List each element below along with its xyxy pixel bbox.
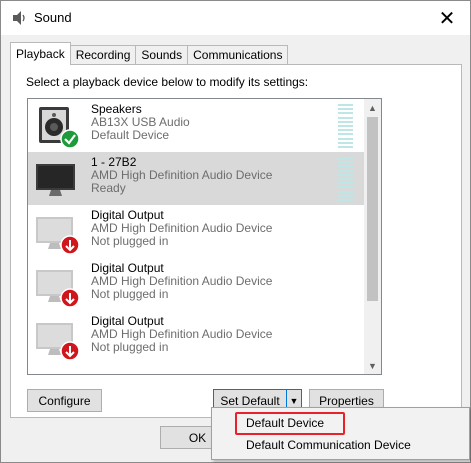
device-item-selected[interactable]: 1 - 27B2 AMD High Definition Audio Devic… bbox=[28, 152, 364, 205]
device-status: Not plugged in bbox=[91, 340, 169, 354]
check-badge-icon bbox=[60, 129, 80, 149]
monitor-icon bbox=[36, 164, 75, 196]
scroll-thumb[interactable] bbox=[367, 117, 378, 301]
title-bar: Sound ✕ bbox=[1, 1, 470, 35]
device-item[interactable]: Digital Output AMD High Definition Audio… bbox=[28, 311, 364, 364]
monitor-icon bbox=[36, 217, 80, 255]
speaker-app-icon bbox=[13, 11, 25, 25]
unplugged-badge-icon bbox=[60, 235, 80, 255]
monitor-icon bbox=[36, 270, 80, 308]
device-item[interactable]: Digital Output AMD High Definition Audio… bbox=[28, 205, 364, 258]
monitor-icon bbox=[36, 323, 80, 361]
playback-panel: Select a playback device below to modify… bbox=[10, 64, 462, 418]
instructions-text: Select a playback device below to modify… bbox=[26, 75, 309, 89]
sound-dialog: Sound ✕ Playback Recording Sounds Commun… bbox=[0, 0, 471, 463]
tab-recording[interactable]: Recording bbox=[69, 45, 137, 65]
tab-strip: Playback Recording Sounds Communications bbox=[10, 42, 289, 65]
tab-playback[interactable]: Playback bbox=[10, 42, 71, 65]
tab-communications[interactable]: Communications bbox=[187, 45, 289, 65]
device-item[interactable]: Speakers AB13X USB Audio Default Device bbox=[28, 99, 364, 152]
unplugged-badge-icon bbox=[60, 288, 80, 308]
unplugged-badge-icon bbox=[60, 341, 80, 361]
tab-sounds[interactable]: Sounds bbox=[135, 45, 189, 65]
device-status: Not plugged in bbox=[91, 234, 169, 248]
device-item[interactable]: Digital Output AMD High Definition Audio… bbox=[28, 258, 364, 311]
window-title: Sound bbox=[34, 10, 72, 25]
highlight-annotation bbox=[235, 412, 345, 435]
device-list[interactable]: Speakers AB13X USB Audio Default Device … bbox=[27, 98, 382, 375]
device-status: Default Device bbox=[91, 128, 170, 142]
menu-item-default-communication-device[interactable]: Default Communication Device bbox=[246, 438, 411, 452]
device-status: Not plugged in bbox=[91, 287, 169, 301]
scroll-up-arrow-icon[interactable]: ▲ bbox=[364, 99, 381, 116]
volume-meter bbox=[338, 157, 353, 201]
device-list-scrollbar[interactable]: ▲ ▼ bbox=[364, 99, 381, 374]
volume-meter bbox=[338, 104, 353, 148]
configure-button[interactable]: Configure bbox=[27, 389, 102, 412]
close-button[interactable]: ✕ bbox=[424, 1, 470, 35]
speaker-icon bbox=[39, 107, 80, 149]
device-status: Ready bbox=[91, 181, 126, 195]
scroll-down-arrow-icon[interactable]: ▼ bbox=[364, 357, 381, 374]
